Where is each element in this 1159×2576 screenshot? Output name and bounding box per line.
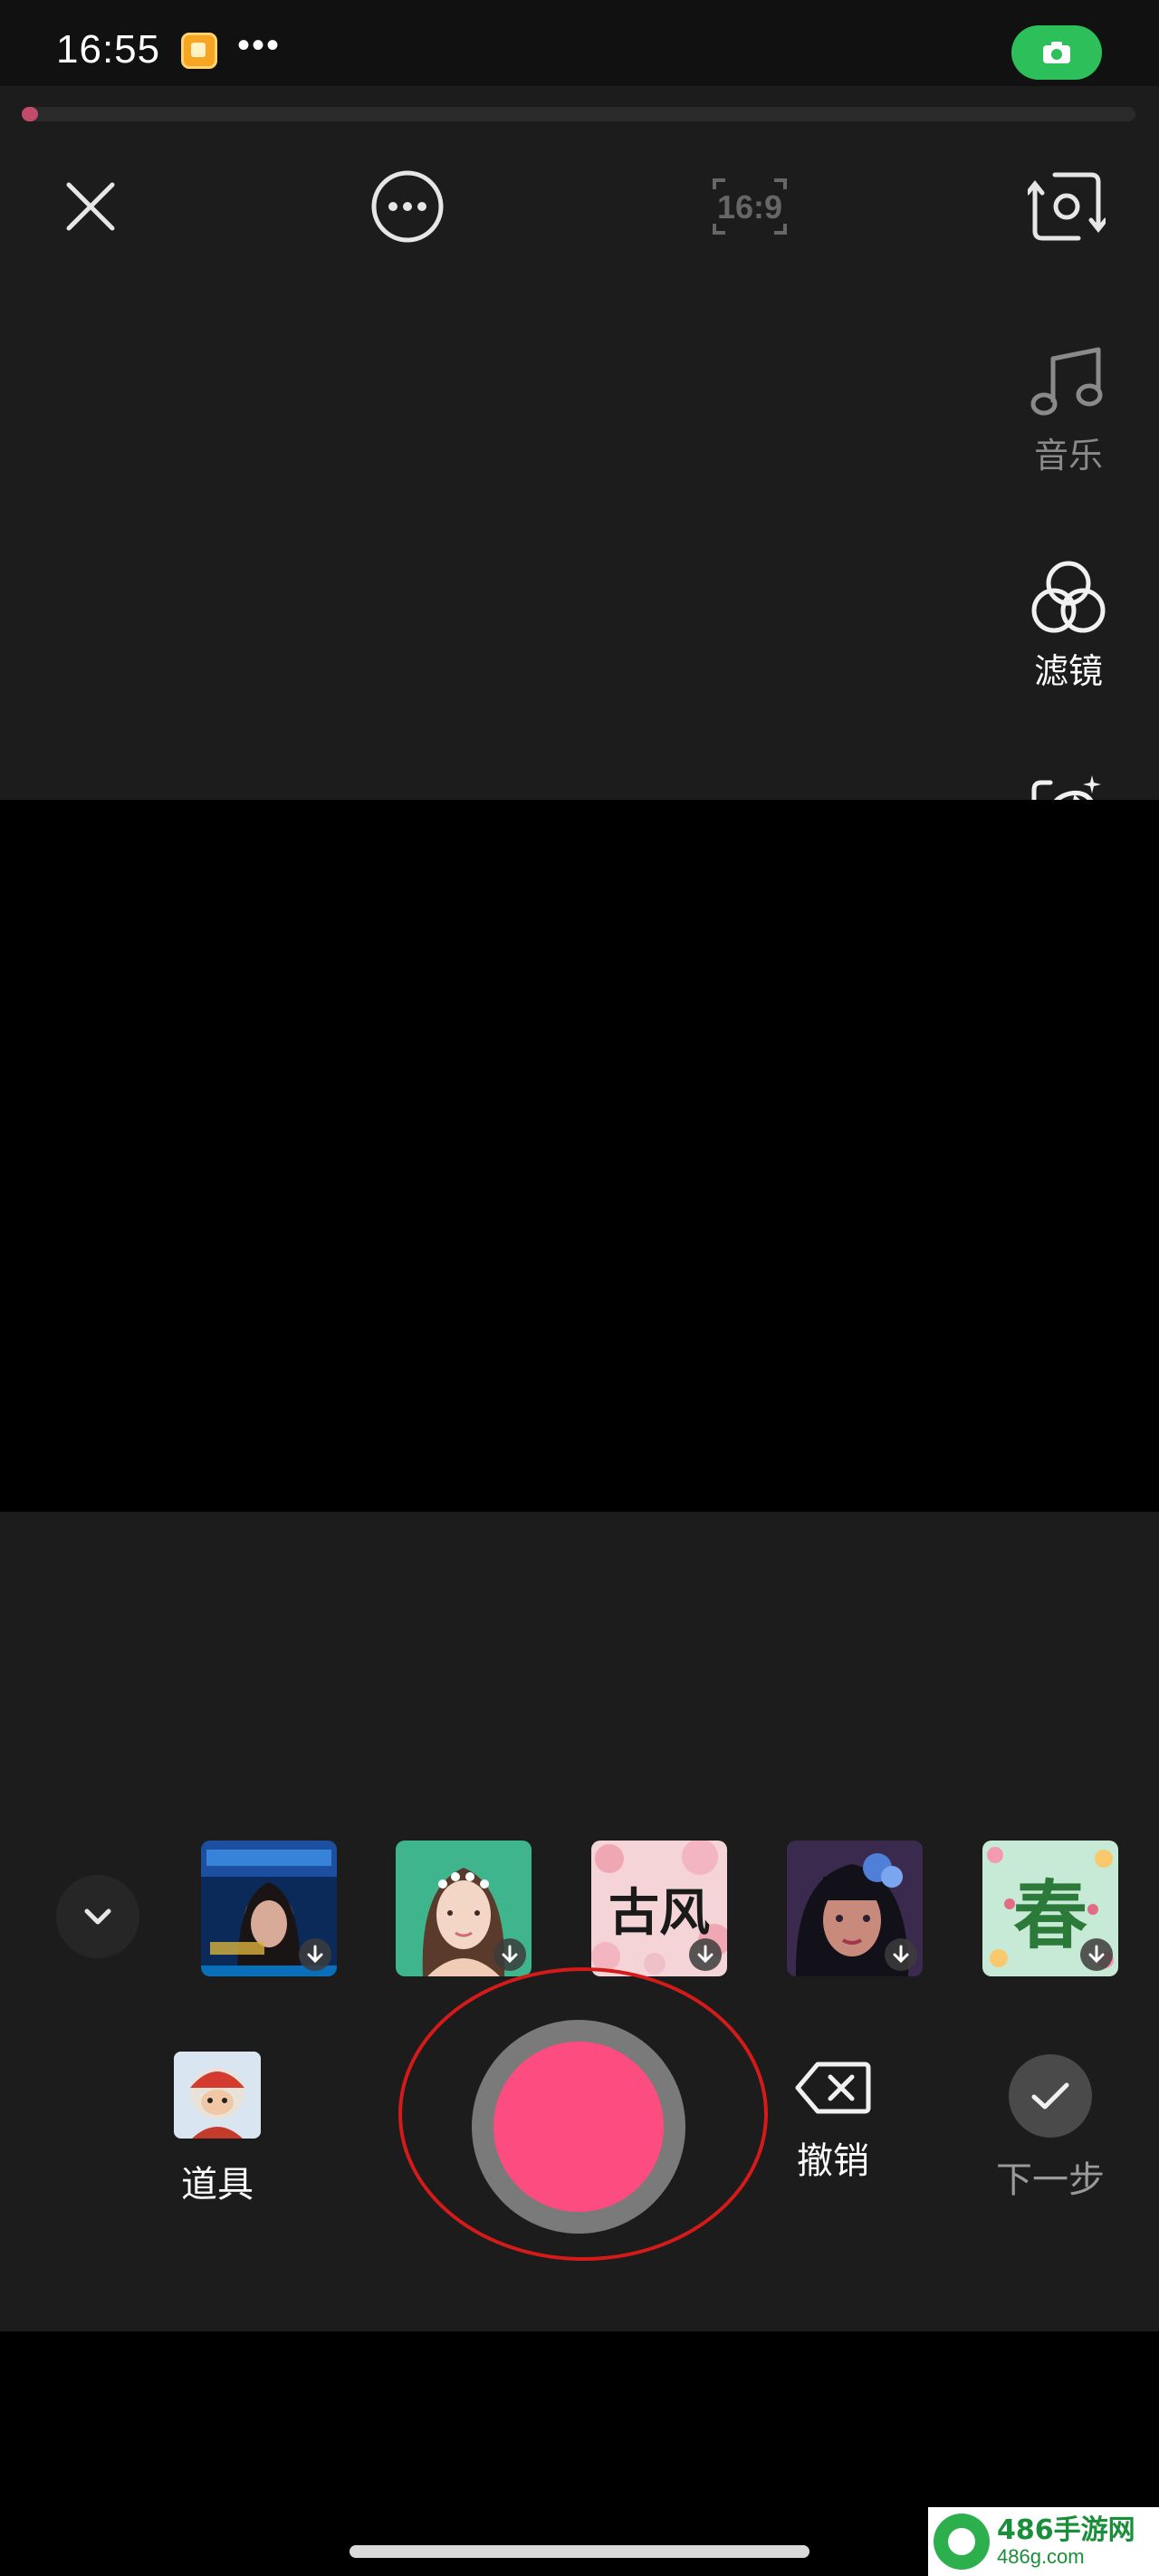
- undo-button[interactable]: 撤销: [779, 2061, 887, 2184]
- home-indicator[interactable]: [350, 2545, 809, 2558]
- props-label: 道具: [181, 2164, 254, 2206]
- effect-blue-flower[interactable]: [787, 1841, 923, 1976]
- watermark: 486手游网 486g.com: [928, 2507, 1159, 2576]
- watermark-title: 486手游网: [997, 2514, 1135, 2546]
- camera-preview[interactable]: [0, 800, 1159, 1512]
- download-icon: [885, 1938, 917, 1971]
- download-icon: [299, 1938, 331, 1971]
- status-time: 16:55: [56, 27, 161, 72]
- filter-label: 滤镜: [1033, 651, 1103, 691]
- props-icon: [174, 2052, 261, 2139]
- check-icon: [1009, 2054, 1092, 2138]
- recording-progress-fill: [22, 107, 38, 121]
- filter-icon: [1031, 561, 1106, 633]
- download-icon: [493, 1938, 526, 1971]
- music-tool[interactable]: 音乐: [1005, 346, 1132, 477]
- flip-camera-icon: [1028, 172, 1106, 241]
- aspect-ratio-button[interactable]: 16:9: [708, 172, 791, 241]
- record-button[interactable]: [493, 2042, 664, 2212]
- backspace-icon: [795, 2062, 871, 2114]
- status-bar: 16:55 •••: [0, 0, 1159, 86]
- camera-icon: [1043, 42, 1070, 63]
- camera-in-use-indicator[interactable]: [1011, 25, 1102, 80]
- recording-progress-track: [22, 107, 1135, 121]
- chevron-down-icon: [84, 1908, 111, 1925]
- flip-camera-button[interactable]: [1027, 167, 1106, 246]
- next-step-button[interactable]: 下一步: [987, 2054, 1114, 2203]
- watermark-sub: 486g.com: [997, 2545, 1085, 2568]
- effect-flower-crown[interactable]: [396, 1841, 532, 1976]
- close-button[interactable]: [54, 170, 127, 243]
- effect-neon-portrait[interactable]: [201, 1841, 337, 1976]
- aspect-ratio-label: 16:9: [716, 188, 783, 226]
- notification-app-icon: [181, 33, 217, 69]
- filter-tool[interactable]: 滤镜: [1005, 558, 1132, 693]
- undo-label: 撤销: [797, 2140, 869, 2182]
- next-step-label: 下一步: [996, 2159, 1105, 2201]
- props-button[interactable]: 道具: [172, 2052, 263, 2207]
- music-icon: [1030, 347, 1103, 416]
- download-icon: [689, 1938, 722, 1971]
- watermark-logo-icon: [934, 2514, 990, 2570]
- effect-ancient-style[interactable]: 古风: [591, 1841, 727, 1976]
- status-more-icon: •••: [237, 25, 282, 65]
- effect-spring[interactable]: 春: [982, 1841, 1118, 1976]
- download-icon: [1080, 1938, 1113, 1971]
- collapse-effects-button[interactable]: [56, 1875, 139, 1958]
- more-icon: [371, 170, 444, 243]
- close-icon: [66, 182, 115, 231]
- more-options-button[interactable]: [369, 168, 445, 245]
- music-label: 音乐: [1033, 436, 1103, 476]
